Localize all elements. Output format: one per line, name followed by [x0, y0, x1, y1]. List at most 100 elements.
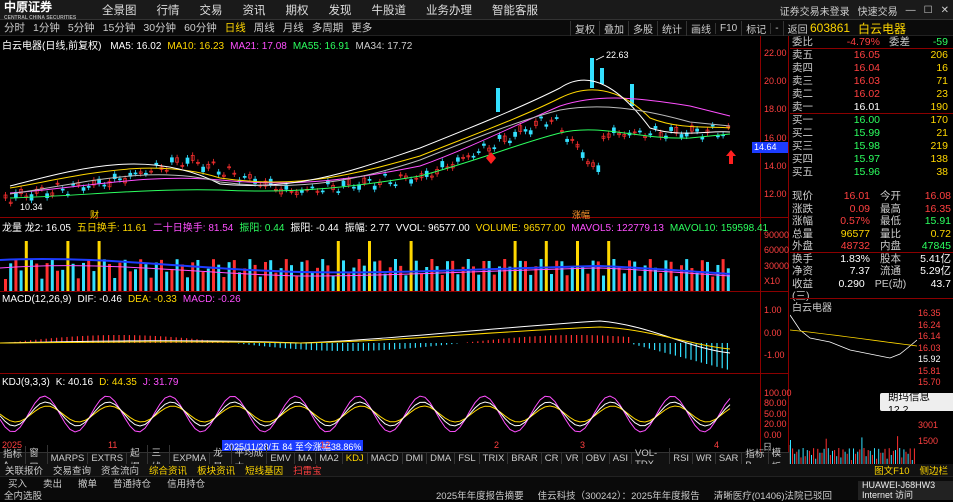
orderbook-row[interactable]: 买二15.9921 [790, 127, 953, 140]
orderbook-row[interactable]: 卖三16.0371 [790, 75, 953, 88]
macd-bar [347, 343, 348, 351]
candle-body [638, 131, 641, 132]
indicator-tab[interactable]: SAR [716, 453, 743, 464]
trade-button[interactable]: 普通持仓 [105, 476, 159, 490]
side-link[interactable]: 侧边栏 [914, 463, 953, 477]
macd-chart[interactable] [0, 305, 760, 373]
menu-item[interactable]: 交易 [190, 2, 233, 18]
period-tab[interactable]: 月线 [279, 20, 308, 35]
indicator-tab[interactable]: DMI [403, 453, 427, 464]
minimize-icon[interactable]: — [906, 5, 916, 16]
menu-item[interactable]: 智能客服 [482, 2, 548, 18]
indicator-tab[interactable]: CR [542, 453, 563, 464]
volume-bar [399, 266, 402, 291]
axis-tick: 20.00 [764, 419, 787, 429]
indicator-tab[interactable]: ASI [610, 453, 632, 464]
period-tab[interactable]: 多周期 [308, 20, 348, 35]
tool-button[interactable]: 画线 [686, 21, 715, 36]
volume-bar [498, 266, 501, 291]
menu-item[interactable]: 期权 [276, 2, 319, 18]
macd-bar [529, 337, 530, 343]
tool-button[interactable]: 叠加 [599, 21, 628, 36]
period-tab[interactable]: 15分钟 [99, 20, 140, 35]
period-tab[interactable]: 60分钟 [180, 20, 221, 35]
intraday-minichart[interactable] [790, 310, 917, 390]
function-link[interactable]: 板块资讯 [192, 463, 240, 477]
tool-button[interactable]: 标记 [741, 21, 770, 36]
orderbook-row[interactable]: 买一16.00170 [790, 114, 953, 127]
period-tab[interactable]: 周线 [250, 20, 279, 35]
indicator-tab[interactable]: KDJ [343, 453, 368, 464]
trade-button[interactable]: 撤单 [70, 476, 105, 490]
orderbook-label: 卖二 [790, 88, 818, 101]
orderbook-row[interactable]: 委比-4.79%委差-59 [790, 36, 953, 49]
period-tab[interactable]: 日线 [221, 20, 250, 35]
trade-button[interactable]: 信用持仓 [159, 476, 213, 490]
orderbook-row[interactable]: 卖四16.0416 [790, 62, 953, 75]
indicator-tab[interactable]: MACD [368, 453, 403, 464]
kdj-chart[interactable] [0, 388, 760, 440]
menu-item[interactable]: 业务办理 [416, 2, 482, 18]
macd-bar [316, 343, 317, 350]
quote-row: 外盘48732内盘47845 [790, 240, 953, 253]
indicator-tab[interactable]: FSL [455, 453, 479, 464]
menu-item[interactable]: 发现 [319, 2, 362, 18]
orderbook-price: 15.97 [818, 153, 880, 166]
quick-trade-link[interactable]: 快速交易 [858, 3, 898, 18]
close-icon[interactable]: ✕ [941, 5, 949, 16]
macd-bar [675, 343, 676, 356]
menu-item[interactable]: 资讯 [233, 2, 276, 18]
maximize-icon[interactable]: ☐ [924, 5, 933, 16]
orderbook-row[interactable]: 买四15.97138 [790, 153, 953, 166]
indicator-tab[interactable]: BRAR [508, 453, 541, 464]
mini-volume-bar [840, 457, 841, 464]
side-link[interactable]: 图文F10 [869, 463, 914, 477]
period-tab[interactable]: 30分钟 [139, 20, 180, 35]
tool-button[interactable]: 复权 [570, 21, 599, 36]
volume-bar [368, 241, 371, 291]
macd-bar [352, 343, 353, 351]
orderbook-row[interactable]: 买三15.98219 [790, 140, 953, 153]
orderbook-row[interactable]: 买五15.9638 [790, 166, 953, 179]
menu-item[interactable]: 牛股道 [362, 2, 417, 18]
tool-button[interactable]: - [770, 23, 782, 34]
orderbook-row[interactable]: 卖二16.0223 [790, 88, 953, 101]
orderbook-extra: 委差 [880, 36, 910, 48]
volume-chart[interactable] [0, 230, 760, 291]
volume-bar [675, 276, 678, 291]
function-link[interactable]: 短线基因 [240, 463, 288, 477]
axis-divider [760, 36, 761, 452]
macd-bar [389, 343, 390, 350]
indicator-tab[interactable]: DMA [427, 453, 455, 464]
indicator-tab[interactable]: OBV [583, 453, 610, 464]
function-link[interactable]: 交易查询 [48, 463, 96, 477]
function-link[interactable]: 扫雷宝 [288, 463, 327, 477]
indicator-tab[interactable]: RSI [670, 453, 693, 464]
orderbook-row[interactable]: 卖一16.01190 [790, 101, 953, 114]
macd-bar [722, 343, 723, 368]
menu-item[interactable]: 全景图 [92, 2, 147, 18]
broker-logo[interactable]: 中原证券CENTRAL CHINA SECURITIES [0, 0, 92, 20]
trade-status[interactable]: 证券交易未登录 [780, 3, 850, 18]
volume-bar [555, 261, 558, 291]
indicator-tab[interactable]: TRIX [480, 453, 509, 464]
menu-item[interactable]: 行情 [147, 2, 190, 18]
period-tab[interactable]: 分时 [0, 20, 29, 35]
period-tab[interactable]: 1分钟 [29, 20, 64, 35]
tool-button[interactable]: 统计 [657, 21, 686, 36]
notification-toast[interactable]: 朗玛信息 12.2 [880, 393, 953, 411]
orderbook-row[interactable]: 卖五16.05206 [790, 49, 953, 62]
tool-button[interactable]: F10 [715, 23, 741, 34]
indicator-tab[interactable]: VR [562, 453, 582, 464]
tool-button[interactable]: 多股 [628, 21, 657, 36]
axis-tick: 22.00 [764, 48, 787, 58]
function-link[interactable]: 综合资讯 [144, 463, 192, 477]
indicator-tab[interactable]: WR [693, 453, 716, 464]
period-tab[interactable]: 更多 [347, 20, 376, 35]
function-link[interactable]: 关联报价 [0, 463, 48, 477]
candlestick-chart[interactable] [0, 48, 760, 217]
function-link[interactable]: 资金流向 [96, 463, 144, 477]
volume-bar [524, 261, 527, 291]
mini-volume-bar [849, 448, 850, 464]
period-tab[interactable]: 5分钟 [64, 20, 99, 35]
